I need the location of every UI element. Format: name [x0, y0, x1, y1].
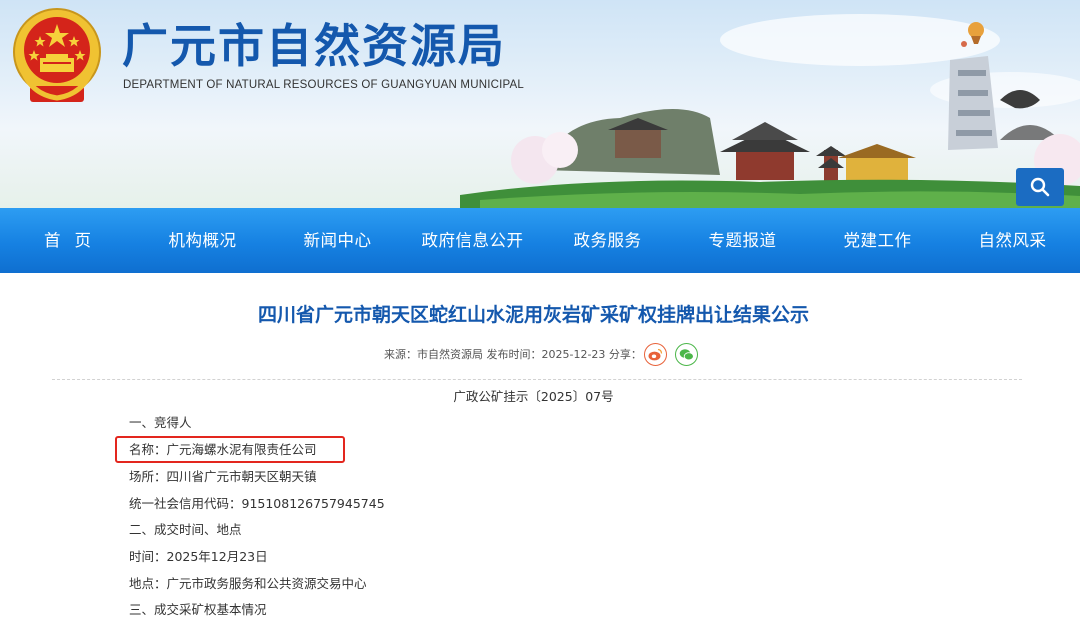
search-button[interactable]	[1016, 168, 1064, 206]
document-number: 广政公矿挂示〔2025〕07号	[453, 389, 614, 404]
nav-item-special-reports[interactable]: 专题报道	[675, 208, 810, 273]
highlight-box	[115, 436, 345, 463]
section-heading-time-place: 二、成交时间、地点	[129, 522, 242, 537]
weibo-share-button[interactable]	[643, 342, 667, 366]
section-heading-winner: 一、竞得人	[129, 415, 192, 430]
national-emblem-icon	[13, 8, 101, 102]
section-heading-mining-rights: 三、成交采矿权基本情况	[129, 602, 267, 617]
nav-item-party-building[interactable]: 党建工作	[810, 208, 945, 273]
wechat-share-button[interactable]	[674, 342, 698, 366]
search-icon	[1030, 177, 1050, 197]
transaction-time: 时间：2025年12月23日	[129, 549, 268, 564]
main-nav: 首页 机构概况 新闻中心 政府信息公开 政务服务 专题报道 党建工作 自然风采	[0, 208, 1080, 273]
nav-item-scenery[interactable]: 自然风采	[945, 208, 1080, 273]
nav-item-news[interactable]: 新闻中心	[270, 208, 405, 273]
transaction-place: 地点：广元市政务服务和公共资源交易中心	[129, 576, 367, 591]
weibo-icon	[648, 348, 663, 360]
nav-item-info-disclosure[interactable]: 政府信息公开	[405, 208, 540, 273]
article-source-date: 来源：市自然资源局 发布时间：2025-12-23 分享：	[384, 348, 642, 361]
nav-item-services[interactable]: 政务服务	[540, 208, 675, 273]
nav-item-home[interactable]: 首页	[0, 208, 135, 273]
winner-address: 场所：四川省广元市朝天区朝天镇	[129, 469, 317, 484]
header-banner: 广元市自然资源局 DEPARTMENT OF NATURAL RESOURCES…	[0, 0, 1080, 208]
article-title: 四川省广元市朝天区蛇红山水泥用灰岩矿采矿权挂牌出让结果公示	[257, 304, 809, 326]
scenery-illustration	[460, 14, 1080, 208]
winner-credit-code: 统一社会信用代码：91510812675794574​5	[129, 496, 385, 511]
article-divider	[52, 379, 1022, 380]
nav-item-about[interactable]: 机构概况	[135, 208, 270, 273]
wechat-icon	[679, 348, 694, 360]
article-meta: 来源：市自然资源局 发布时间：2025-12-23 分享：	[384, 342, 698, 366]
